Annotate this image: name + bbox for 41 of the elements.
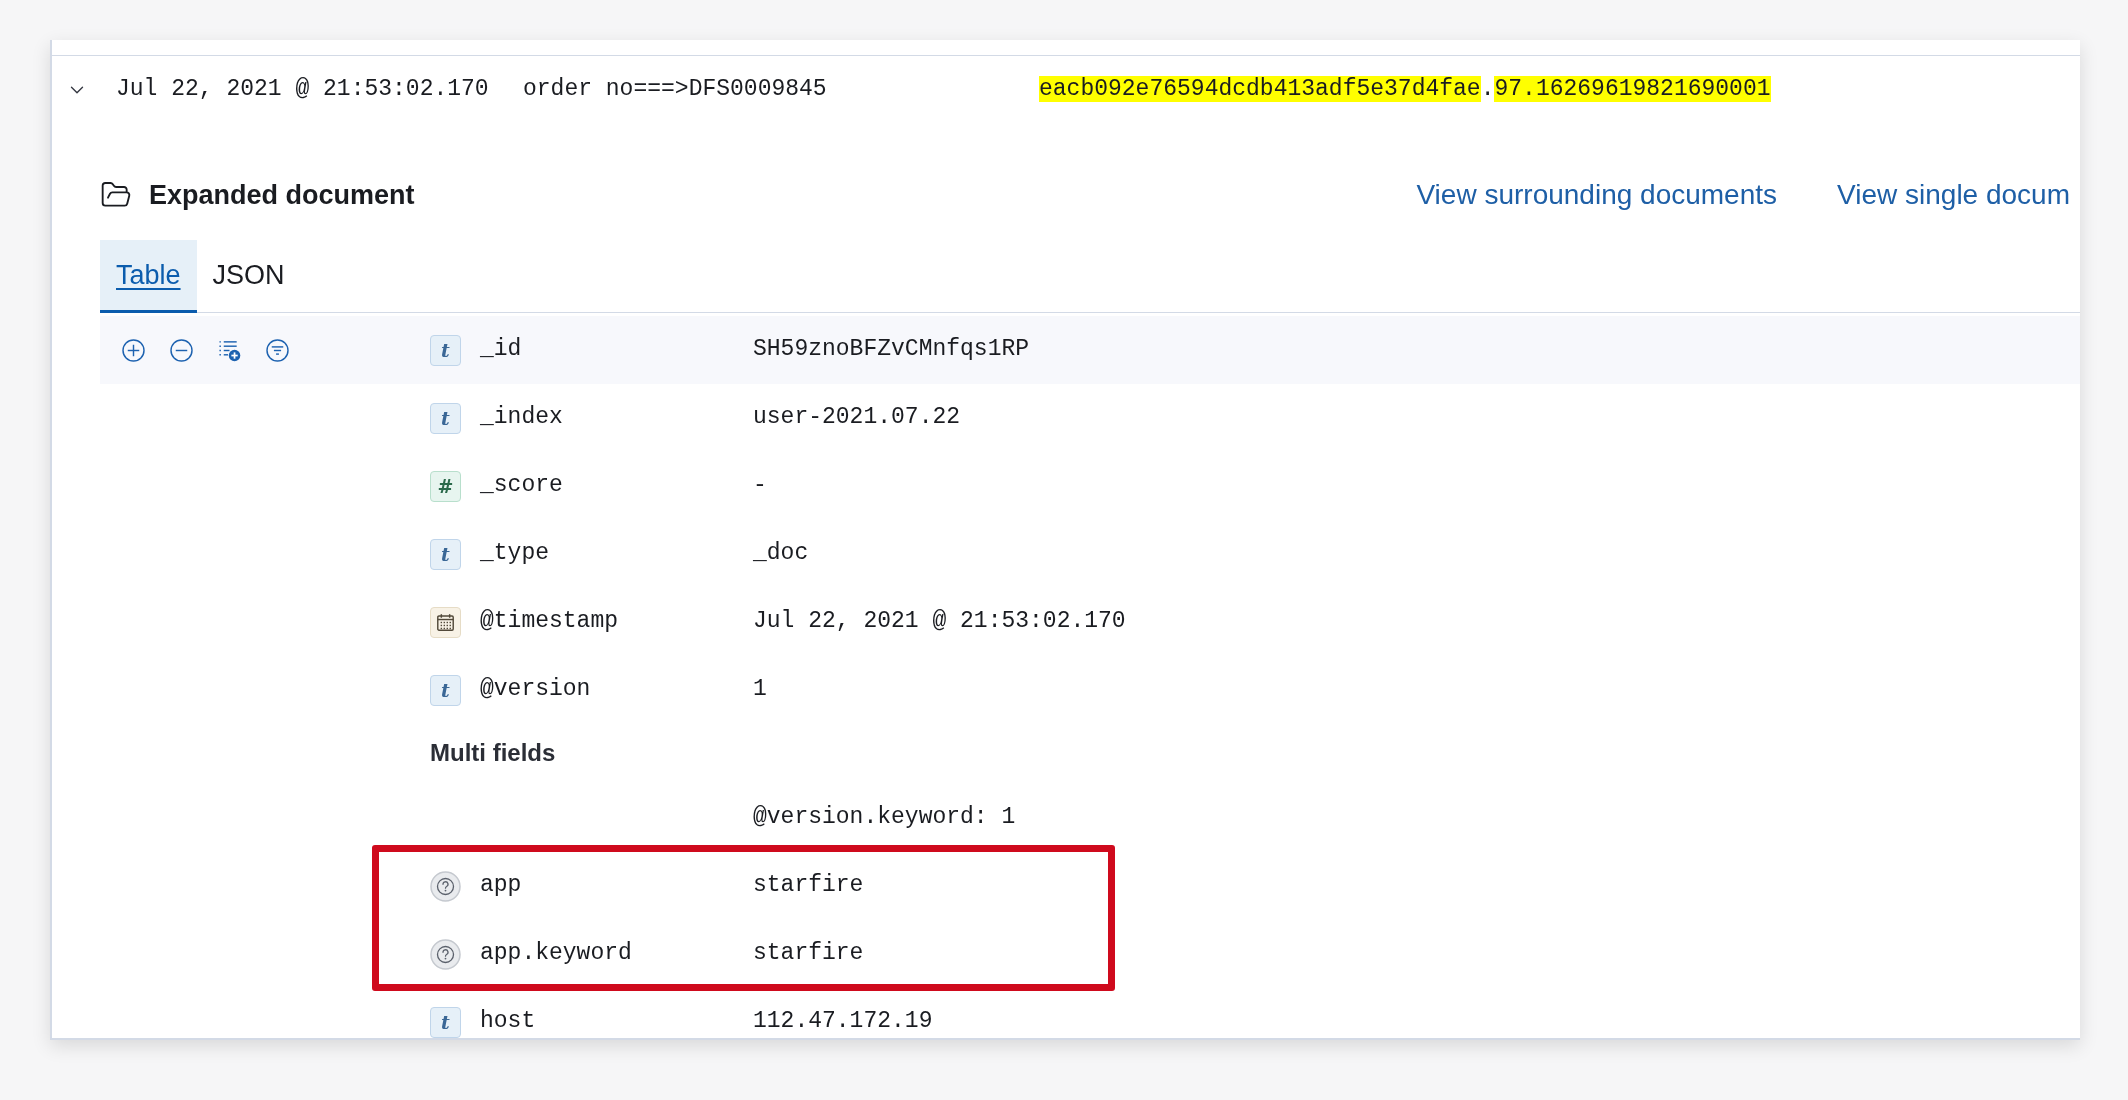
field-value: starfire bbox=[753, 940, 864, 967]
field-value: Jul 22, 2021 @ 21:53:02.170 bbox=[753, 608, 1126, 635]
question-icon bbox=[430, 870, 461, 902]
field-name: app.keyword bbox=[480, 940, 632, 968]
field-value: 1 bbox=[753, 676, 767, 703]
view-tab[interactable]: JSON bbox=[196, 240, 301, 313]
timestamp-text: Jul 22, 2021 @ 21:53:02.170 bbox=[116, 76, 489, 104]
field-value: - bbox=[753, 472, 767, 499]
field-name: app bbox=[480, 872, 522, 900]
list-plus-icon[interactable] bbox=[218, 338, 241, 362]
circle-plus-icon[interactable] bbox=[122, 338, 145, 362]
id-text: eacb092e76594dcdb413adf5e37d4fae.97.16269619821690001 bbox=[1039, 76, 1771, 104]
field-type-token: t bbox=[430, 402, 461, 434]
field-name: @version bbox=[480, 676, 591, 704]
field-value: _doc bbox=[753, 540, 809, 567]
field-name: _index bbox=[480, 404, 563, 432]
field-value: 112.47.172.19 bbox=[753, 1008, 933, 1035]
multi-fields-heading: Multi fields bbox=[430, 740, 556, 766]
field-name: _id bbox=[480, 336, 522, 364]
field-name: @timestamp bbox=[480, 608, 619, 636]
calendar-icon bbox=[430, 606, 461, 638]
question-icon bbox=[430, 938, 461, 970]
field-name: _type bbox=[480, 540, 549, 568]
field-type-token: t bbox=[430, 538, 461, 570]
multi-field-value: @version.keyword: 1 bbox=[753, 804, 1016, 831]
field-value: user-2021.07.22 bbox=[753, 404, 961, 431]
field-type-token: t bbox=[430, 674, 461, 706]
view-tab[interactable]: Table bbox=[100, 240, 197, 313]
filter-icon[interactable] bbox=[266, 338, 289, 362]
circle-minus-icon[interactable] bbox=[170, 338, 193, 362]
field-type-token: # bbox=[430, 470, 461, 502]
surrounding-documents-link[interactable]: View surrounding documents bbox=[1416, 179, 1778, 211]
message-text: order no===>DFS0009845 bbox=[523, 76, 827, 104]
field-value: starfire bbox=[753, 872, 864, 899]
single-document-link[interactable]: View single docum bbox=[1837, 179, 2070, 211]
field-value: SH59znoBFZvCMnfqs1RP bbox=[753, 336, 1030, 363]
field-type-token: t bbox=[430, 334, 461, 366]
field-name: host bbox=[480, 1008, 536, 1036]
section-title: Expanded document bbox=[149, 179, 415, 211]
field-name: _score bbox=[480, 472, 563, 500]
field-type-token: t bbox=[430, 1006, 461, 1038]
